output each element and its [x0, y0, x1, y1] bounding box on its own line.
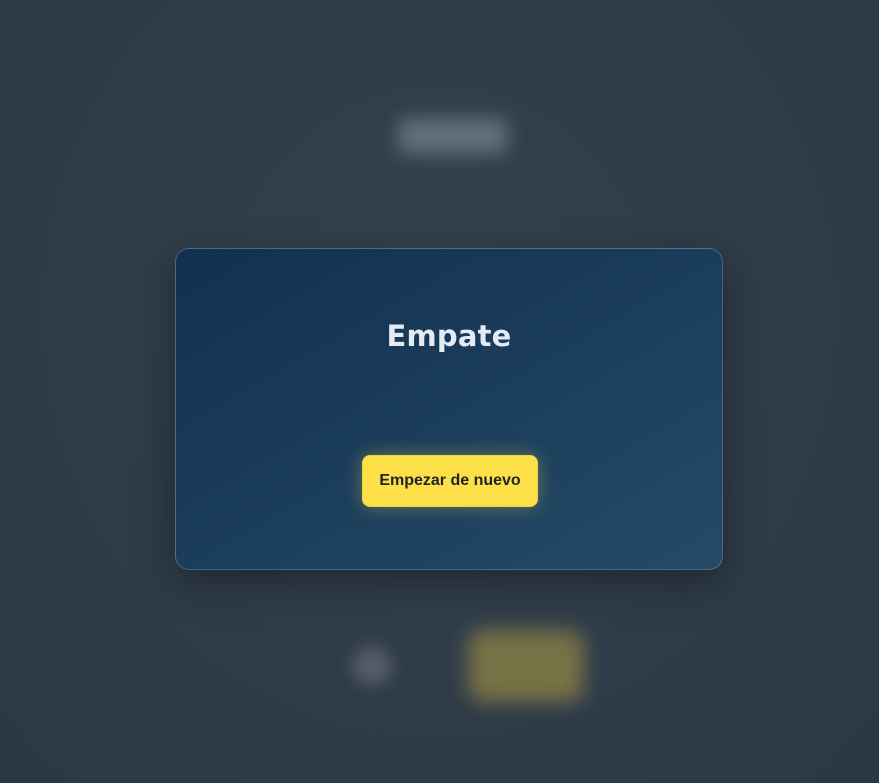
blurred-title-placeholder: [398, 118, 508, 154]
result-title: Empate: [386, 319, 512, 353]
result-dialog: Empate Empezar de nuevo: [175, 248, 723, 570]
blurred-action-button: [468, 630, 584, 702]
blurred-turn-indicator: [352, 646, 392, 686]
restart-button[interactable]: Empezar de nuevo: [362, 455, 538, 507]
